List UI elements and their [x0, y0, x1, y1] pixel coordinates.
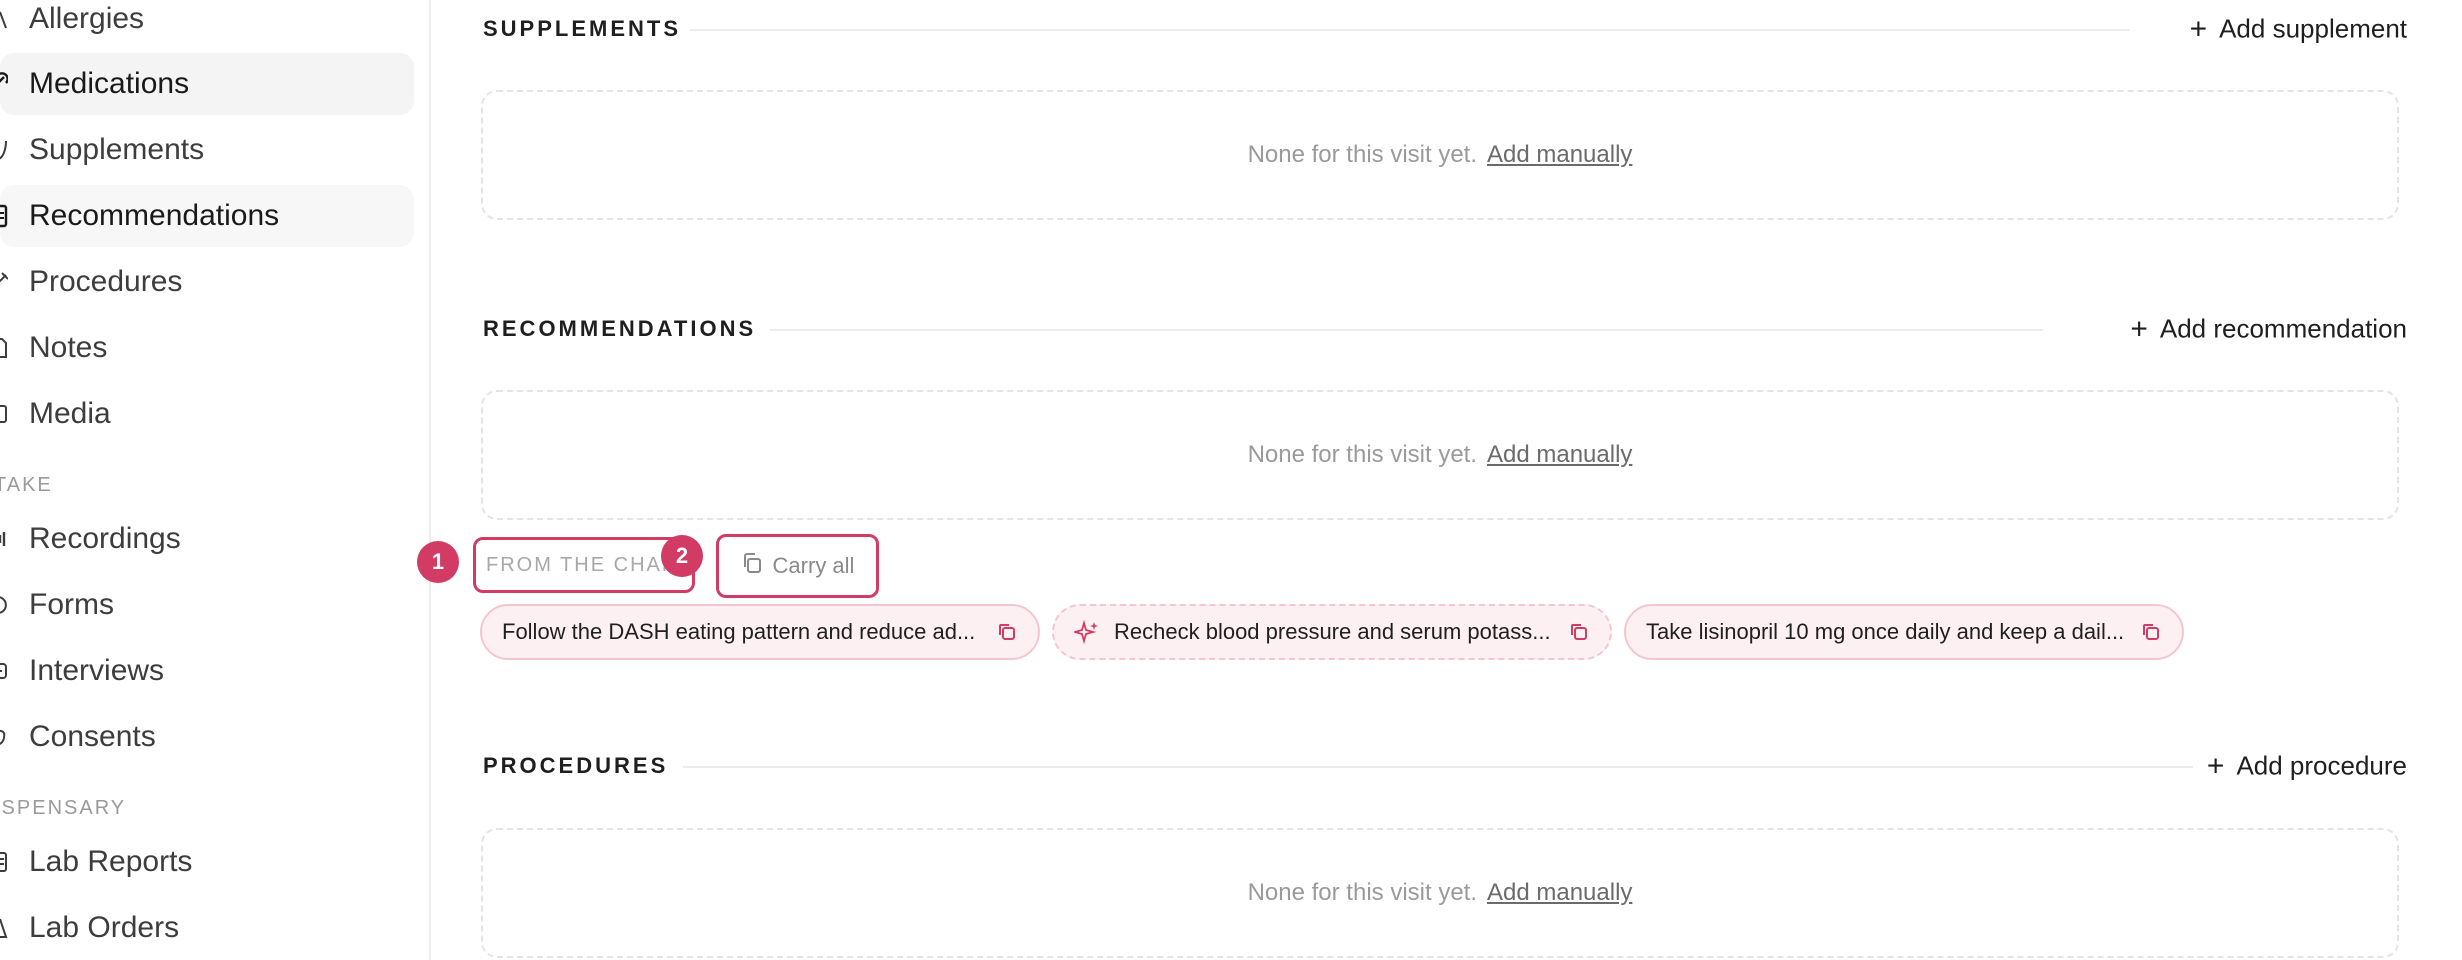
supplements-empty-state: None for this visit yet. Add manually	[481, 90, 2399, 220]
note-icon	[0, 335, 8, 361]
chart-suggestion-chip[interactable]: Recheck blood pressure and serum potass.…	[1052, 604, 1612, 660]
procedures-section-header: PROCEDURES + Add procedure	[483, 746, 2407, 786]
pill-icon	[0, 71, 8, 97]
sidebar-group-intake: TAKE	[0, 474, 53, 496]
chart-suggestion-chip[interactable]: Follow the DASH eating pattern and reduc…	[480, 604, 1040, 660]
recommendations-section-header: RECOMMENDATIONS + Add recommendation	[483, 309, 2407, 349]
sidebar-item-label: Lab Orders	[29, 911, 180, 944]
carry-all-button[interactable]: Carry all	[716, 534, 879, 598]
sidebar-item-label: Supplements	[29, 133, 205, 166]
copy-icon[interactable]	[1568, 621, 1590, 643]
carry-all-label: Carry all	[772, 553, 855, 578]
section-title: PROCEDURES	[483, 753, 669, 778]
waveform-icon	[0, 526, 8, 552]
sidebar-item-label: Procedures	[29, 265, 183, 298]
leaf-icon	[0, 137, 8, 163]
add-procedure-label: Add procedure	[2236, 750, 2407, 781]
plus-icon: +	[2206, 749, 2225, 782]
add-manually-link[interactable]: Add manually	[1487, 879, 1632, 907]
sidebar-item-forms[interactable]: Forms	[0, 574, 414, 636]
chip-text: Take lisinopril 10 mg once daily and kee…	[1646, 619, 2125, 644]
add-manually-link[interactable]: Add manually	[1487, 141, 1632, 169]
sidebar-item-consents[interactable]: Consents	[0, 706, 414, 768]
empty-state-text: None for this visit yet.	[1247, 441, 1477, 468]
sidebar-item-media[interactable]: Media	[0, 383, 414, 445]
sidebar-item-label: Interviews	[29, 654, 165, 687]
section-divider	[690, 29, 2130, 31]
sidebar-item-label: Notes	[29, 331, 108, 364]
copy-icon[interactable]	[996, 621, 1018, 643]
sidebar-item-label: Allergies	[29, 2, 145, 35]
recommendations-empty-state: None for this visit yet. Add manually	[481, 390, 2399, 520]
sidebar-item-supplements[interactable]: Supplements	[0, 119, 414, 181]
chart-suggestion-chip[interactable]: Take lisinopril 10 mg once daily and kee…	[1624, 604, 2184, 660]
syringe-icon	[0, 269, 8, 295]
sidebar-item-lab-orders[interactable]: Lab Orders	[0, 897, 414, 959]
signature-icon	[0, 724, 8, 750]
sidebar-item-procedures[interactable]: Procedures	[0, 251, 414, 313]
clipboard-icon	[0, 203, 8, 229]
section-title: SUPPLEMENTS	[483, 16, 682, 41]
sidebar-item-medications[interactable]: Medications	[0, 53, 414, 115]
form-icon	[0, 592, 8, 618]
sidebar-item-label: Media	[29, 397, 111, 430]
sidebar: Allergies Medications Supplements Recomm…	[0, 0, 431, 960]
supplements-section-header: SUPPLEMENTS + Add supplement	[483, 9, 2407, 49]
sidebar-item-label: Consents	[29, 720, 156, 753]
sidebar-item-label: Forms	[29, 588, 114, 621]
sidebar-group-dispensary: ISPENSARY	[0, 797, 127, 819]
sidebar-item-recommendations[interactable]: Recommendations	[0, 185, 414, 247]
main-content: SUPPLEMENTS + Add supplement None for th…	[433, 0, 2462, 960]
sidebar-item-label: Medications	[29, 67, 190, 100]
section-divider	[770, 329, 2043, 331]
sparkle-icon	[1071, 619, 1100, 645]
sidebar-item-label: Recommendations	[29, 199, 280, 232]
chat-icon	[0, 658, 8, 684]
sidebar-item-notes[interactable]: Notes	[0, 317, 414, 379]
sidebar-item-label: Recordings	[29, 522, 181, 555]
plus-icon: +	[2189, 12, 2208, 45]
empty-state-text: None for this visit yet.	[1247, 879, 1477, 906]
add-supplement-button[interactable]: + Add supplement	[2190, 14, 2407, 45]
plus-icon: +	[2130, 312, 2148, 345]
report-icon	[0, 849, 8, 875]
image-icon	[0, 401, 8, 427]
flask-icon	[0, 915, 8, 941]
copy-icon[interactable]	[2140, 621, 2162, 643]
add-manually-link[interactable]: Add manually	[1487, 441, 1632, 469]
sidebar-item-lab-reports[interactable]: Lab Reports	[0, 831, 414, 893]
chip-text: Recheck blood pressure and serum potass.…	[1114, 619, 1551, 644]
annotation-marker-2: 2	[661, 535, 703, 577]
section-divider	[683, 766, 2193, 768]
empty-state-text: None for this visit yet.	[1247, 141, 1477, 168]
sidebar-item-allergies[interactable]: Allergies	[0, 0, 414, 50]
chip-text: Follow the DASH eating pattern and reduc…	[502, 619, 976, 644]
sidebar-item-label: Lab Reports	[29, 845, 193, 878]
section-title: RECOMMENDATIONS	[483, 316, 757, 341]
sidebar-item-recordings[interactable]: Recordings	[0, 508, 414, 570]
sidebar-item-interviews[interactable]: Interviews	[0, 640, 414, 702]
add-recommendation-label: Add recommendation	[2159, 313, 2407, 344]
add-supplement-label: Add supplement	[2219, 13, 2407, 44]
add-recommendation-button[interactable]: + Add recommendation	[2130, 314, 2407, 345]
procedures-empty-state: None for this visit yet. Add manually	[481, 828, 2399, 958]
annotation-marker-1: 1	[417, 541, 459, 583]
allergy-icon	[0, 6, 8, 32]
add-procedure-button[interactable]: + Add procedure	[2207, 751, 2407, 782]
copy-icon	[741, 552, 763, 580]
from-the-chart-label: FROM THE CHART	[473, 537, 695, 593]
